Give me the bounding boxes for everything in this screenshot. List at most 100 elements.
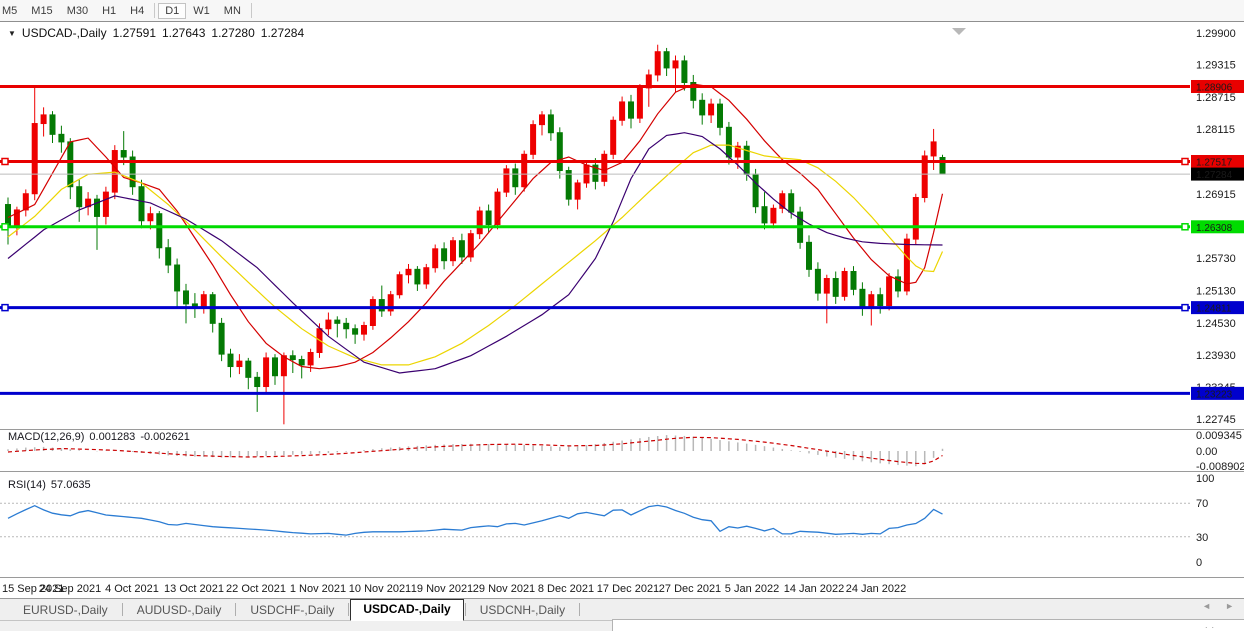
tab-divider [465,603,466,616]
price-axis-tick: 1.25730 [1196,253,1236,265]
candle-body [255,377,260,386]
grip-dots-icon: .. [1205,620,1218,630]
candle-body [931,142,936,156]
macd-axis-tick: 0.009345 [1196,430,1242,442]
timeframe-button-M15[interactable]: M15 [24,3,59,19]
candle-body [335,320,340,323]
date-axis-label: 29 Nov 2021 [473,583,535,595]
timeframe-button-M30[interactable]: M30 [60,3,95,19]
candle-body [664,52,669,68]
candle-body [237,361,242,366]
tabs-scroll-left-icon[interactable]: ◄ [1202,601,1211,611]
rsi-line [8,505,943,535]
candle-body [851,271,856,289]
candle-body [32,124,37,194]
candle-body [157,214,162,248]
candle-body [566,171,571,200]
candle-body [842,271,847,296]
candle-body [290,356,295,360]
bottom-white-panel: .. [612,619,1244,631]
candle-body [50,115,55,134]
macd-label: MACD(12,26,9) 0.001283 -0.002621 [8,431,190,443]
candle-body [175,265,180,291]
hline-anchor-icon[interactable] [2,224,8,230]
candle-body [673,61,678,68]
mt4-window: M5M15M30H1H4 D1W1MN 1.299001.293151.28715… [0,0,1244,631]
hline-anchor-icon[interactable] [2,159,8,165]
hline-anchor-icon[interactable] [1182,224,1188,230]
ohlc-low: 1.27280 [211,26,254,40]
candle-body [833,279,838,297]
tab-usdcnhdaily[interactable]: USDCNH-,Daily [467,600,578,620]
hline-anchor-icon[interactable] [1182,305,1188,311]
chart-canvas[interactable]: 1.299001.293151.287151.281151.269151.257… [0,0,1244,631]
hline-anchor-icon[interactable] [2,305,8,311]
candle-body [77,187,82,207]
candle-body [477,211,482,234]
date-axis-label: 10 Nov 2021 [349,583,411,595]
date-axis-label: 24 Sep 2021 [39,583,101,595]
candle-body [121,151,126,157]
price-line-label[interactable]: 1.28906 [1196,82,1233,93]
candle-body [415,269,420,284]
timeframe-button-D1[interactable]: D1 [158,3,186,19]
date-axis-label: 8 Dec 2021 [538,583,594,595]
timeframe-button-W1[interactable]: W1 [186,3,217,19]
candle-body [575,183,580,199]
tab-divider [122,603,123,616]
candle-body [682,61,687,83]
macd-signal-value: -0.002621 [140,431,190,443]
objects-dropdown-icon[interactable]: ▼ [8,29,16,38]
price-line-label[interactable]: 1.26308 [1196,223,1233,234]
candle-body [557,133,562,171]
timeframe-button-MN[interactable]: MN [217,3,248,19]
candle-body [433,249,438,268]
timeframe-button-M5[interactable]: M5 [0,3,24,19]
candle-body [655,52,660,75]
candle-body [611,120,616,154]
candle-body [887,277,892,306]
hline-anchor-icon[interactable] [1182,159,1188,165]
candle-body [637,88,642,118]
timeframe-button-H1[interactable]: H1 [95,3,123,19]
rsi-label: RSI(14) 57.0635 [8,479,91,491]
price-axis-tick: 1.28715 [1196,92,1236,104]
chart-shift-icon[interactable] [952,28,966,35]
price-line-label[interactable]: 1.23223 [1196,389,1233,400]
candle-body [459,241,464,257]
tab-divider [579,603,580,616]
candle-body [41,115,46,124]
chart-title: ▼ USDCAD-,Daily 1.27591 1.27643 1.27280 … [8,26,304,40]
price-axis-tick: 1.23930 [1196,350,1236,362]
candle-body [228,354,233,366]
price-line-label[interactable]: 1.27517 [1196,158,1233,169]
price-axis-tick: 1.24530 [1196,318,1236,330]
candle-body [913,198,918,240]
macd-axis-tick: 0.00 [1196,446,1217,458]
candle-body [148,214,153,221]
candle-body [789,194,794,212]
timeframe-button-H4[interactable]: H4 [123,3,151,19]
tab-divider [348,603,349,616]
price-line-label[interactable]: 1.24811 [1196,304,1232,315]
candle-body [709,104,714,115]
candle-body [406,269,411,274]
tab-usdchfdaily[interactable]: USDCHF-,Daily [237,600,347,620]
macd-panel: 0.0093450.00-0.008902 [8,430,1244,473]
rsi-axis-tick: 0 [1196,557,1202,569]
candle-body [878,295,883,306]
tab-eurusddaily[interactable]: EURUSD-,Daily [10,600,121,620]
ohlc-high: 1.27643 [162,26,205,40]
candle-body [513,169,518,187]
tab-audusddaily[interactable]: AUDUSD-,Daily [124,600,235,620]
candle-body [451,241,456,261]
rsi-value: 57.0635 [51,479,91,491]
candle-body [548,115,553,133]
tab-usdcaddaily[interactable]: USDCAD-,Daily [350,599,463,621]
candle-body [246,361,251,377]
candle-body [219,323,224,354]
candle-body [299,360,304,365]
rsi-axis-tick: 30 [1196,532,1208,544]
tabs-scroll-right-icon[interactable]: ► [1225,601,1234,611]
candle-body [522,154,527,186]
